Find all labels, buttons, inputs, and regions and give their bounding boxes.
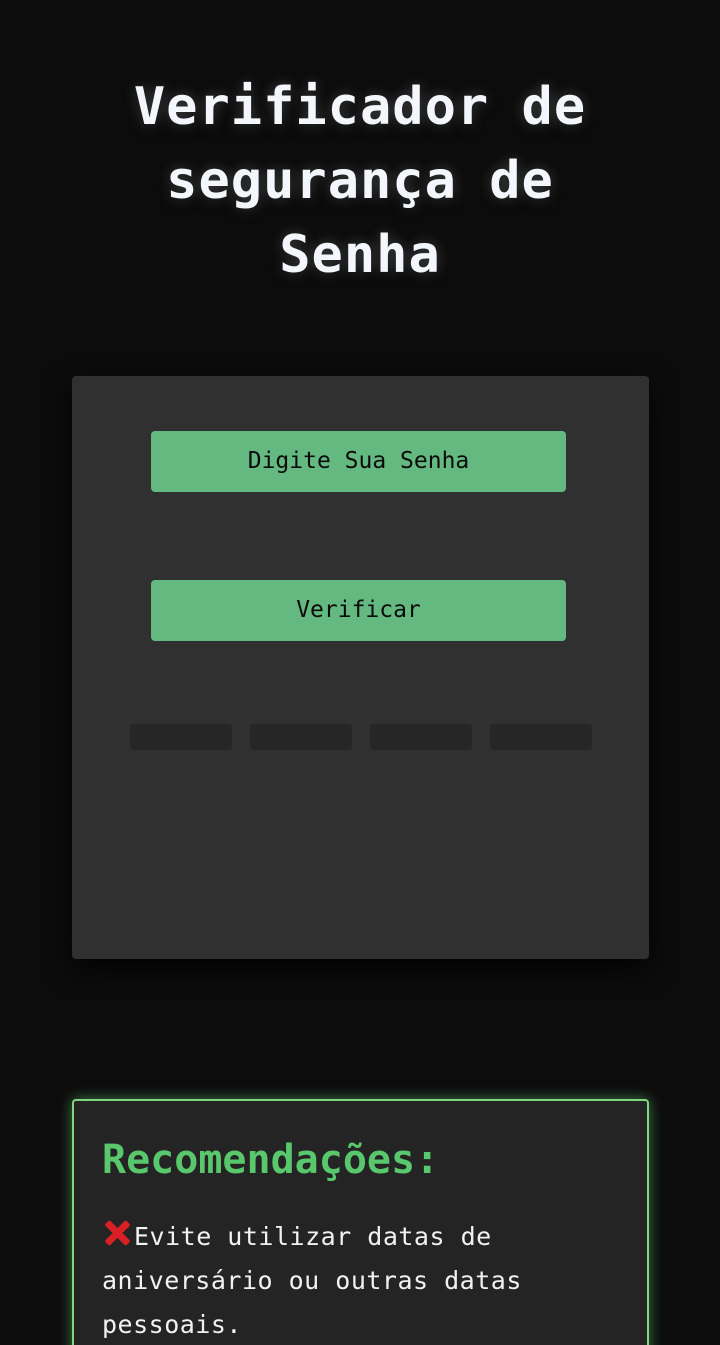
page-title: Verificador de segurança de Senha: [133, 77, 587, 285]
strength-meter-segment: [250, 724, 352, 750]
strength-meter-segment: [370, 724, 472, 750]
recommendations-title: Recomendações:: [102, 1137, 440, 1183]
recommendations-panel: Recomendações: Evite utilizar datas de a…: [72, 1099, 649, 1345]
strength-meter-segment: [130, 724, 232, 750]
strength-meter-segment: [490, 724, 592, 750]
password-input-button[interactable]: Digite Sua Senha: [151, 431, 566, 492]
recommendation-item: Evite utilizar datas de aniversário ou o…: [102, 1215, 622, 1345]
page: Verificador de segurança de Senha Digite…: [0, 0, 720, 1345]
cross-mark-icon: [102, 1218, 132, 1248]
verify-button[interactable]: Verificar: [151, 580, 566, 641]
password-card: Digite Sua Senha Verificar: [72, 376, 649, 959]
strength-meter: [130, 724, 592, 750]
recommendation-text: Evite utilizar datas de aniversário ou o…: [102, 1222, 522, 1339]
